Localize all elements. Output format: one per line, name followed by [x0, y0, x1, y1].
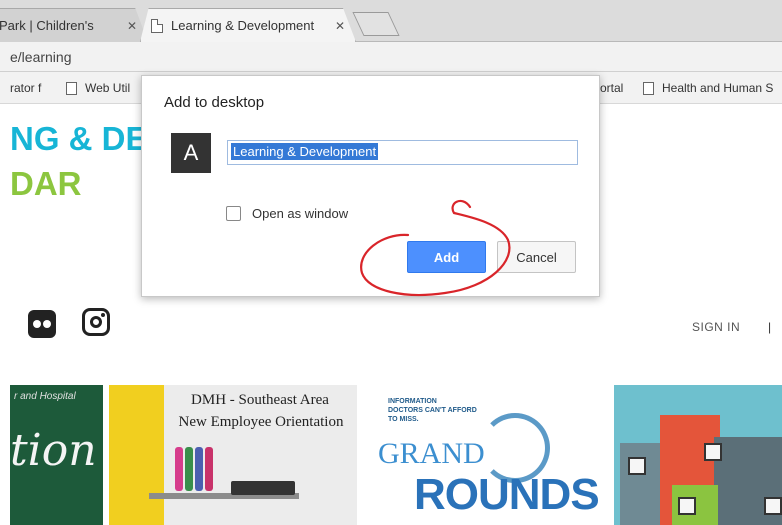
sign-in-link[interactable]: SIGN IN: [692, 320, 740, 334]
browser-window: Park | Children's ✕ Learning & Developme…: [0, 0, 782, 525]
window-image: [678, 497, 696, 515]
tile-title-line1: DMH - Southeast Area: [191, 392, 329, 408]
page-icon: [151, 18, 163, 33]
bookmark-label: rator f: [10, 81, 42, 95]
dialog-title: Add to desktop: [164, 94, 265, 111]
page-hero-title: NG & DE: [10, 120, 148, 157]
window-image: [764, 497, 782, 515]
bookmark-item[interactable]: Health and Human S: [643, 81, 773, 95]
event-tile-dmh-orientation[interactable]: DMH - Southeast Area New Employee Orient…: [109, 385, 357, 525]
tab-label: Park | Children's: [0, 18, 94, 33]
instagram-icon[interactable]: [82, 308, 110, 336]
nav-separator: |: [768, 320, 772, 334]
bookmark-label: Health and Human S: [662, 81, 774, 95]
eraser-image: [231, 481, 295, 495]
tile-title-emphasis: ROUNDS: [414, 470, 600, 519]
bookmark-label: ortal: [600, 81, 624, 95]
url-text[interactable]: e/learning: [10, 49, 72, 65]
tile-title: GRAND: [378, 437, 485, 470]
red-annotation-circle: [360, 199, 511, 297]
marker-image: [175, 447, 183, 491]
new-tab-button[interactable]: [352, 12, 400, 36]
house-image: [620, 443, 664, 525]
page-icon: [66, 81, 77, 95]
app-letter-icon: A: [171, 133, 211, 173]
tile-caption: INFORMATION DOCTORS CAN'T AFFORD TO MISS…: [388, 398, 477, 423]
open-as-window-label[interactable]: Open as window: [252, 206, 348, 221]
bookmark-item[interactable]: ortal: [600, 81, 623, 95]
tab-label: Learning & Development: [171, 18, 315, 33]
tile-title: tion: [10, 425, 97, 476]
address-bar[interactable]: e/learning: [0, 42, 782, 72]
bookmark-item[interactable]: Web Util: [66, 81, 130, 95]
tab-childrens-park[interactable]: Park | Children's ✕: [0, 8, 148, 42]
page-hero-subtitle: DAR: [10, 165, 82, 202]
close-icon[interactable]: ✕: [127, 19, 137, 33]
page-icon: [643, 81, 654, 95]
window-image: [704, 443, 722, 461]
tab-strip: Park | Children's ✕ Learning & Developme…: [0, 0, 782, 42]
close-icon[interactable]: ✕: [335, 19, 345, 33]
open-as-window-checkbox[interactable]: [226, 206, 241, 221]
tile-title-line2: New Employee Orientation: [178, 414, 344, 430]
bookmark-item[interactable]: rator f: [10, 81, 41, 95]
tile-caption: r and Hospital: [14, 391, 76, 402]
marker-image: [185, 447, 193, 491]
bookmark-label: Web Util: [85, 81, 131, 95]
event-tile-grand-rounds[interactable]: INFORMATION DOCTORS CAN'T AFFORD TO MISS…: [372, 385, 608, 525]
flickr-icon[interactable]: [28, 310, 56, 338]
annotation-stroke: [360, 199, 511, 297]
window-image: [628, 457, 646, 475]
event-tile-orientation[interactable]: r and Hospital tion: [10, 385, 103, 525]
event-tile-housing[interactable]: [614, 385, 782, 525]
marker-image: [195, 447, 203, 491]
selected-name-text: Learning & Development: [231, 143, 379, 160]
marker-image: [205, 447, 213, 491]
tab-learning-development[interactable]: Learning & Development ✕: [140, 8, 356, 42]
